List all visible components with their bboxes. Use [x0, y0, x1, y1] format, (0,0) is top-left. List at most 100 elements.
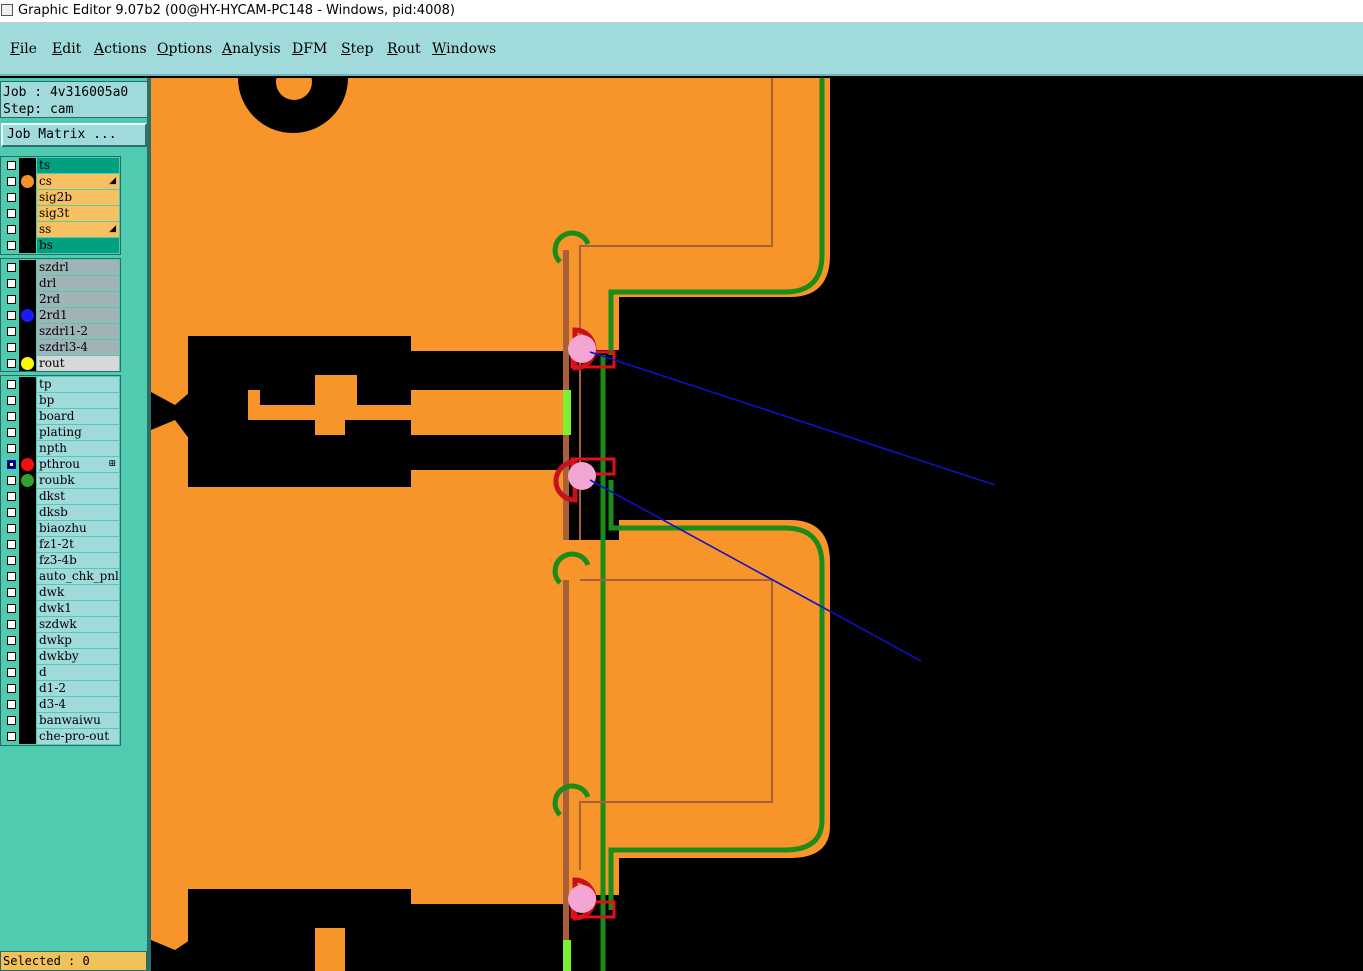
layer-row-dksb[interactable]: dksb: [1, 505, 120, 520]
layer-row-dwk[interactable]: dwk: [1, 585, 120, 600]
layer-row-sig3t[interactable]: sig3t: [1, 206, 120, 221]
layer-row-2rd1[interactable]: 2rd1: [1, 308, 120, 323]
layer-checkbox[interactable]: [7, 716, 16, 725]
layer-row-drl[interactable]: drl: [1, 276, 120, 291]
layer-name[interactable]: fz1-2t: [37, 537, 119, 552]
layer-name[interactable]: board: [37, 409, 119, 424]
layer-name[interactable]: dwk: [37, 585, 119, 600]
layer-checkbox[interactable]: [7, 636, 16, 645]
menu-windows[interactable]: Windows: [432, 41, 496, 57]
layer-name[interactable]: dwk1: [37, 601, 119, 616]
layer-name[interactable]: biaozhu: [37, 521, 119, 536]
layer-name[interactable]: tp: [37, 377, 119, 392]
menu-actions[interactable]: Actions: [94, 41, 147, 57]
layer-row-fz1-2t[interactable]: fz1-2t: [1, 537, 120, 552]
layer-checkbox[interactable]: [7, 572, 16, 581]
layer-name[interactable]: npth: [37, 441, 119, 456]
layer-row-szdrl[interactable]: szdrl: [1, 260, 120, 275]
layer-name[interactable]: dksb: [37, 505, 119, 520]
layer-row-dwkby[interactable]: dwkby: [1, 649, 120, 664]
layer-name[interactable]: dwkby: [37, 649, 119, 664]
menu-rout[interactable]: Rout: [387, 41, 421, 57]
menu-dfm[interactable]: DFM: [292, 41, 327, 57]
layer-checkbox[interactable]: [7, 588, 16, 597]
layer-row-szdrl3-4[interactable]: szdrl3-4: [1, 340, 120, 355]
layer-checkbox[interactable]: [7, 380, 16, 389]
layer-name[interactable]: cs ◢: [37, 174, 119, 189]
layer-name[interactable]: d: [37, 665, 119, 680]
layer-name[interactable]: dkst: [37, 489, 119, 504]
layer-color-dot[interactable]: [21, 309, 34, 322]
layer-row-rout[interactable]: rout: [1, 356, 120, 371]
layer-row-npth[interactable]: npth: [1, 441, 120, 456]
layer-row-dwk1[interactable]: dwk1: [1, 601, 120, 616]
layer-checkbox[interactable]: [7, 684, 16, 693]
layer-name[interactable]: fz3-4b: [37, 553, 119, 568]
menu-options[interactable]: Options: [157, 41, 212, 57]
layer-row-d3-4[interactable]: d3-4: [1, 697, 120, 712]
layer-checkbox[interactable]: [7, 343, 16, 352]
layer-checkbox[interactable]: [7, 263, 16, 272]
layer-name[interactable]: szdrl: [37, 260, 119, 275]
layer-color-dot[interactable]: [21, 175, 34, 188]
layer-row-dkst[interactable]: dkst: [1, 489, 120, 504]
layer-row-d1-2[interactable]: d1-2: [1, 681, 120, 696]
layer-checkbox[interactable]: [7, 604, 16, 613]
job-matrix-button[interactable]: Job Matrix ...: [1, 123, 147, 147]
layer-checkbox[interactable]: [7, 359, 16, 368]
layer-row-biaozhu[interactable]: biaozhu: [1, 521, 120, 536]
layer-checkbox[interactable]: [7, 668, 16, 677]
layer-name[interactable]: bp: [37, 393, 119, 408]
layer-name[interactable]: ts: [37, 158, 119, 173]
layer-name[interactable]: 2rd1: [37, 308, 119, 323]
layer-row-plating[interactable]: plating: [1, 425, 120, 440]
layer-checkbox[interactable]: [7, 732, 16, 741]
layer-checkbox[interactable]: [7, 700, 16, 709]
layer-name[interactable]: roubk: [37, 473, 119, 488]
layer-name[interactable]: plating: [37, 425, 119, 440]
layer-row-tp[interactable]: tp: [1, 377, 120, 392]
layer-checkbox[interactable]: [7, 295, 16, 304]
layer-name[interactable]: szdrl3-4: [37, 340, 119, 355]
layer-checkbox[interactable]: [7, 540, 16, 549]
layer-checkbox[interactable]: [7, 508, 16, 517]
layer-checkbox[interactable]: [7, 209, 16, 218]
layer-row-d[interactable]: d: [1, 665, 120, 680]
layer-checkbox[interactable]: [7, 460, 16, 469]
layer-checkbox[interactable]: [7, 428, 16, 437]
layer-row-sig2b[interactable]: sig2b: [1, 190, 120, 205]
layer-name[interactable]: rout: [37, 356, 119, 371]
layer-row-roubk[interactable]: roubk: [1, 473, 120, 488]
menu-analysis[interactable]: Analysis: [222, 41, 281, 57]
layer-checkbox[interactable]: [7, 225, 16, 234]
layer-name[interactable]: dwkp: [37, 633, 119, 648]
layer-row-fz3-4b[interactable]: fz3-4b: [1, 553, 120, 568]
layer-row-bp[interactable]: bp: [1, 393, 120, 408]
layer-checkbox[interactable]: [7, 652, 16, 661]
layer-row-szdwk[interactable]: szdwk: [1, 617, 120, 632]
layer-checkbox[interactable]: [7, 241, 16, 250]
layer-name[interactable]: pthrou ⊞: [37, 457, 119, 472]
menu-edit[interactable]: Edit: [52, 41, 81, 57]
layer-name[interactable]: bs: [37, 238, 119, 253]
layer-row-2rd[interactable]: 2rd: [1, 292, 120, 307]
layer-color-dot[interactable]: [21, 458, 34, 471]
menu-step[interactable]: Step: [341, 41, 373, 57]
layer-checkbox[interactable]: [7, 327, 16, 336]
layer-row-board[interactable]: board: [1, 409, 120, 424]
layer-name[interactable]: auto_chk_pnl: [37, 569, 119, 584]
layer-name[interactable]: d3-4: [37, 697, 119, 712]
layer-row-dwkp[interactable]: dwkp: [1, 633, 120, 648]
layer-checkbox[interactable]: [7, 556, 16, 565]
layer-row-ts[interactable]: ts: [1, 158, 120, 173]
layer-checkbox[interactable]: [7, 161, 16, 170]
layer-name[interactable]: drl: [37, 276, 119, 291]
layer-color-dot[interactable]: [21, 357, 34, 370]
layer-row-szdrl1-2[interactable]: szdrl1-2: [1, 324, 120, 339]
layer-row-auto_chk_pnl[interactable]: auto_chk_pnl: [1, 569, 120, 584]
layer-name[interactable]: d1-2: [37, 681, 119, 696]
layer-row-che-pro-out[interactable]: che-pro-out: [1, 729, 120, 744]
layer-name[interactable]: ss ◢: [37, 222, 119, 237]
layer-checkbox[interactable]: [7, 492, 16, 501]
layer-row-pthrou[interactable]: pthrou ⊞: [1, 457, 120, 472]
